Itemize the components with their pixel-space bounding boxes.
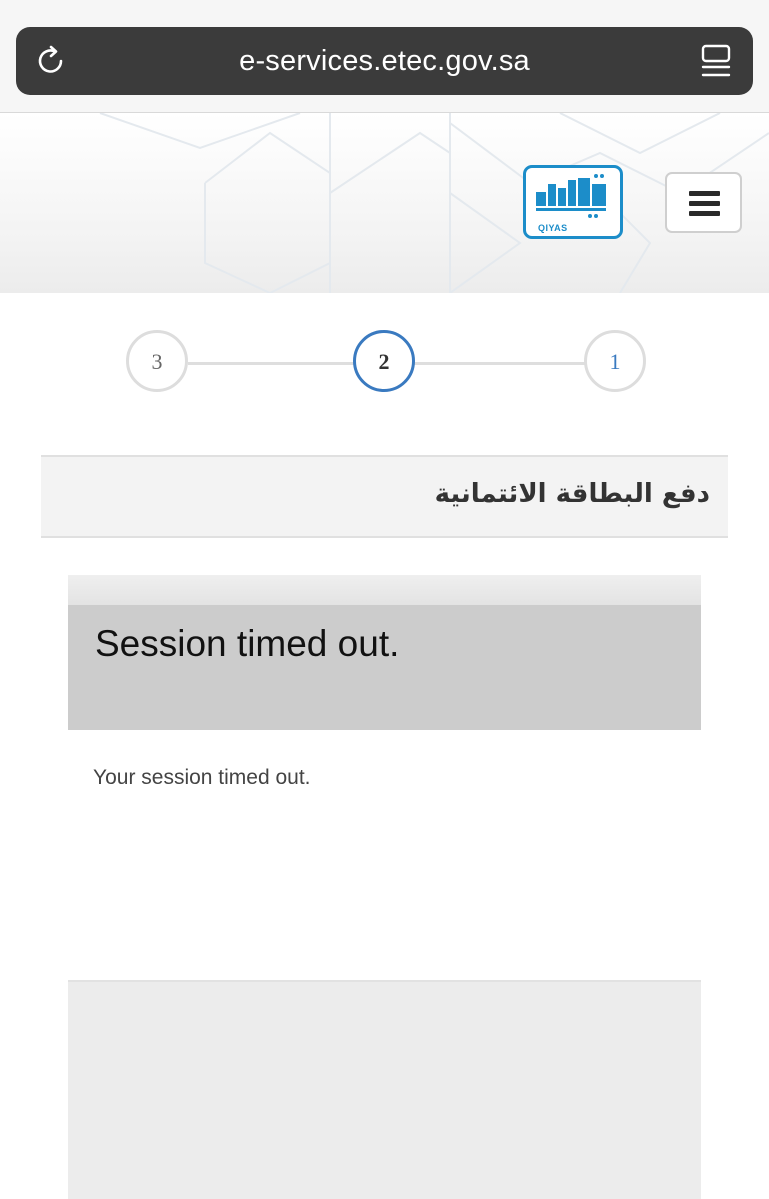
session-box-top-strip xyxy=(68,575,701,605)
step-2-active: 2 xyxy=(353,330,415,392)
qiyas-logo-mark xyxy=(536,174,606,218)
header-background-pattern xyxy=(99,113,769,293)
step-1: 1 xyxy=(584,330,646,392)
section-title: دفع البطاقة الائتمانية xyxy=(434,479,710,509)
address-bar[interactable]: e-services.etec.gov.sa xyxy=(16,27,753,95)
url-text[interactable]: e-services.etec.gov.sa xyxy=(16,27,753,95)
session-message: Your session timed out. xyxy=(93,766,311,789)
site-header: QIYAS xyxy=(0,113,769,293)
hamburger-menu-icon xyxy=(689,201,720,206)
progress-stepper: 3 2 1 xyxy=(0,293,769,433)
bottom-panel xyxy=(68,980,701,1199)
reader-mode-icon[interactable] xyxy=(699,43,733,79)
page: e-services.etec.gov.sa QIYAS 3 2 1 دفع ا… xyxy=(0,0,769,1199)
hamburger-menu-icon xyxy=(689,191,720,196)
browser-bar: e-services.etec.gov.sa xyxy=(0,0,769,113)
step-connector xyxy=(414,362,585,365)
section-header: دفع البطاقة الائتمانية xyxy=(41,455,728,538)
hamburger-menu-button[interactable] xyxy=(665,172,742,233)
session-timeout-banner: Session timed out. xyxy=(68,605,701,730)
hamburger-menu-icon xyxy=(689,211,720,216)
step-connector xyxy=(188,362,354,365)
logo-text: QIYAS xyxy=(538,223,568,233)
session-title: Session timed out. xyxy=(95,623,400,664)
qiyas-logo[interactable]: QIYAS xyxy=(523,165,623,239)
step-3: 3 xyxy=(126,330,188,392)
